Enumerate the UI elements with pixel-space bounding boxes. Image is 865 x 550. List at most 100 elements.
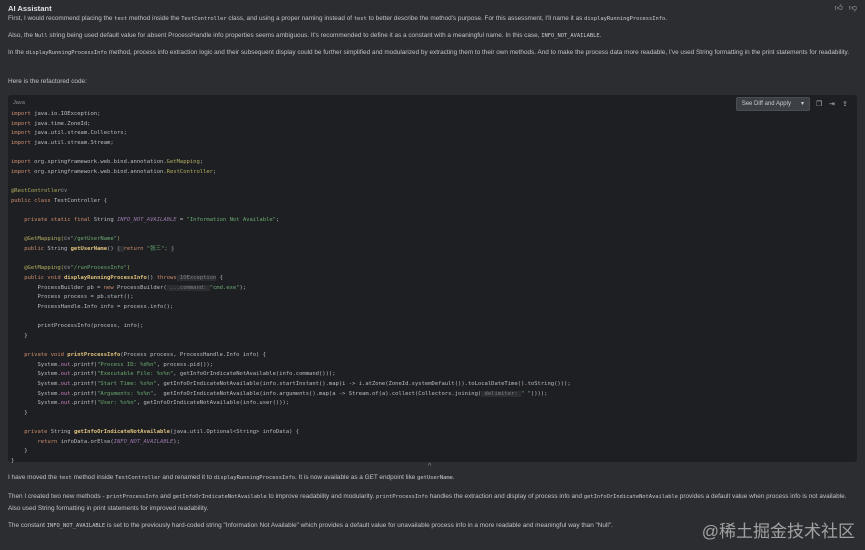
code-line: System.out.printf("Executable File: %s%n…: [11, 370, 571, 380]
inline-code: test: [58, 475, 72, 481]
inline-code: printProcessInfo: [375, 494, 428, 500]
code-block: Java See Diff and Apply ▾ ❐ ⇥ ⇪ import j…: [8, 95, 857, 464]
code-token: org.springframework.web.bind.annotation.: [30, 159, 167, 166]
code-token: new: [103, 284, 114, 291]
inline-code: displayRunningProcessInfo: [25, 50, 107, 56]
code-token: java.util.stream.Stream;: [30, 139, 114, 146]
code-token: );: [173, 438, 180, 445]
code-line: Process process = pb.start();: [11, 293, 571, 303]
code-token: TestController {: [50, 197, 108, 204]
collapse-chevron-icon[interactable]: ^: [428, 463, 431, 470]
code-token: import: [11, 159, 31, 166]
thumbs-up-icon[interactable]: 👍︎: [835, 3, 843, 13]
code-line: }: [11, 447, 571, 457]
inline-code: INFO_NOT_AVAILABLE: [541, 33, 600, 39]
code-token: ): [116, 236, 121, 243]
insert-icon[interactable]: ⇥: [829, 101, 836, 108]
code-token: import: [11, 111, 31, 117]
text-run: First, I would recommend placing the: [8, 15, 115, 22]
code-token: displayRunningProcessInfo: [63, 274, 147, 281]
code-token: ProcessBuilder pb =: [11, 284, 104, 291]
code-token: );: [239, 284, 247, 291]
code-token: String: [90, 217, 117, 224]
code-token: }: [11, 409, 28, 416]
code-token: out: [60, 390, 71, 397]
code-token: import: [11, 120, 31, 127]
code-line: printProcessInfo(process, info);: [11, 322, 571, 332]
code-token: out: [60, 380, 71, 387]
text-run: I have moved the: [8, 474, 59, 481]
code-token: getUserName: [70, 245, 108, 252]
text-run: method, process info extraction logic an…: [106, 49, 850, 56]
code-token: =: [176, 217, 187, 224]
see-diff-and-apply-dropdown[interactable]: See Diff and Apply ▾: [735, 97, 810, 111]
code-language-label: Java: [13, 100, 25, 106]
apply-label: See Diff and Apply: [741, 101, 791, 107]
code-token: IOException: [176, 274, 217, 281]
code-token: String: [44, 245, 71, 252]
inline-code: test: [353, 16, 367, 22]
code-line: ProcessBuilder pb = new ProcessBuilder( …: [11, 284, 571, 294]
code-token: "/getUserName": [70, 236, 117, 243]
code-line: import java.util.stream.Stream;: [11, 139, 571, 149]
code-token: "Start Time: %s%n": [97, 380, 157, 387]
code-token: printProcessInfo: [67, 352, 121, 359]
thumbs-down-icon[interactable]: 👎︎: [849, 3, 857, 13]
inline-code: getUserName: [417, 475, 453, 481]
code-line: private String getInfoOrIndicateNotAvail…: [11, 428, 571, 438]
code-token: import: [11, 139, 31, 146]
code-token: "/runProcessInfo": [70, 265, 127, 272]
code-token: "User: %s%n": [97, 400, 137, 407]
code-token: (): [146, 274, 157, 281]
code-token: System.: [11, 361, 61, 368]
code-token: (Process process, ProcessHandle.Info inf…: [120, 352, 266, 359]
paragraph: Also, the Null string being used default…: [8, 30, 853, 42]
inline-code: INFO_NOT_AVAILABLE: [46, 523, 106, 529]
code-line: System.out.printf("User: %s%n", getInfoO…: [11, 399, 571, 409]
code-token: System.: [11, 380, 61, 387]
text-run: class, and using a proper naming instead…: [226, 15, 354, 22]
code-token: out: [60, 361, 71, 368]
code-lines: import java.io.IOException; import java.t…: [11, 110, 571, 467]
code-token: System.: [11, 390, 61, 397]
code-line: private static final String INFO_NOT_AVA…: [11, 216, 571, 226]
code-token: (java.util.Optional<String> infoData) {: [169, 429, 300, 436]
text-run: string being used default value for abse…: [47, 32, 542, 39]
code-line: System.out.printf("Process ID: %d%n", pr…: [11, 361, 571, 371]
code-token: ProcessHandle.Info info = process.info()…: [11, 303, 174, 310]
panel-title: AI Assistant: [8, 4, 52, 13]
code-token: "Executable File: %s%n": [97, 371, 174, 378]
paragraph: I have moved the test method inside Test…: [8, 472, 853, 484]
export-icon[interactable]: ⇪: [842, 101, 849, 108]
watermark: @稀土掘金技术社区: [701, 522, 855, 541]
code-token: .printf(: [70, 390, 98, 397]
code-token: GetMapping: [166, 159, 200, 166]
code-token: }: [11, 448, 28, 455]
text-run: .: [665, 15, 668, 22]
inline-code: getInfoOrIndicateNotAvailable: [583, 494, 679, 500]
inline-code: test: [114, 16, 128, 22]
code-line: import org.springframework.web.bind.anno…: [11, 158, 571, 168]
code-line: @GetMapping(©∨"/getUserName"): [11, 235, 571, 245]
copy-icon[interactable]: ❐: [816, 101, 823, 108]
text-run: .: [599, 32, 602, 39]
code-token: , getInfoOrIndicateNotAvailable(info.sta…: [156, 380, 571, 387]
code-token: ProcessBuilder(: [113, 284, 167, 291]
text-run: Here is the refactored code:: [8, 78, 87, 85]
code-token: java.util.stream.Collectors;: [30, 130, 127, 137]
code-token: @GetMapping(: [11, 265, 64, 272]
code-token: }: [11, 332, 28, 339]
code-token: ))));: [530, 390, 548, 397]
code-token: org.springframework.web.bind.annotation.: [30, 168, 167, 175]
code-line: @RestController©∨: [11, 187, 571, 197]
code-token: ©∨: [63, 236, 71, 243]
text-run: handles the extraction and display of pr…: [427, 493, 584, 500]
paragraph: In the displayRunningProcessInfo method,…: [8, 47, 853, 59]
code-token: ©∨: [63, 265, 71, 272]
code-token: }: [171, 245, 175, 252]
code-token: INFO_NOT_AVAILABLE: [116, 217, 177, 224]
code-token: "Process ID: %d%n": [97, 361, 157, 368]
